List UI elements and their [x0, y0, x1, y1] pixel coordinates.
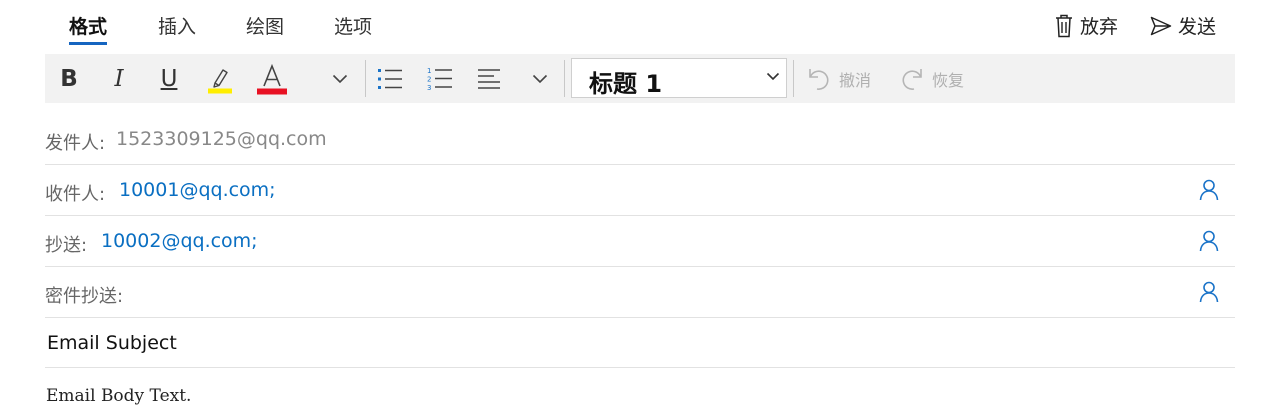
tab-insert[interactable]: 插入: [158, 12, 196, 39]
trash-icon: [1056, 14, 1072, 37]
ribbon-tabs: 格式 插入 绘图 选项 放弃 发送: [0, 0, 1273, 50]
cc-row[interactable]: 抄送: 10002@qq.com;: [45, 217, 1235, 267]
undo-label: 撤消: [839, 70, 872, 90]
highlighter-icon: [208, 68, 232, 93]
bullet-list-icon: [378, 68, 402, 89]
person-icon[interactable]: [1199, 281, 1219, 303]
svg-text:3: 3: [427, 84, 431, 92]
align-button[interactable]: [475, 54, 503, 103]
toolbar-divider: [564, 60, 565, 97]
discard-button[interactable]: 放弃: [1054, 12, 1118, 39]
font-color-button[interactable]: [256, 54, 288, 103]
paragraph-dropdown[interactable]: [529, 54, 551, 103]
tab-options[interactable]: 选项: [334, 12, 372, 39]
undo-icon: [809, 68, 829, 90]
undo-button[interactable]: 撤消: [807, 54, 871, 103]
active-tab-indicator: [69, 42, 107, 45]
cc-label: 抄送:: [45, 235, 88, 256]
toolbar-divider: [793, 60, 794, 97]
svg-text:2: 2: [427, 75, 431, 83]
from-value: 1523309125@qq.com: [116, 128, 327, 150]
svg-text:1: 1: [427, 67, 431, 75]
align-left-icon: [478, 68, 500, 89]
to-recipient[interactable]: 10001@qq.com;: [119, 179, 276, 201]
cc-recipient[interactable]: 10002@qq.com;: [101, 230, 258, 252]
italic-label: I: [114, 65, 124, 92]
more-format-dropdown[interactable]: [329, 54, 351, 103]
subject-text: Email Subject: [47, 332, 177, 354]
person-icon[interactable]: [1199, 179, 1219, 201]
italic-button[interactable]: I: [105, 54, 133, 103]
redo-label: 恢复: [932, 70, 965, 90]
bcc-label: 密件抄送:: [45, 286, 124, 307]
bullet-list-button[interactable]: [375, 54, 405, 103]
to-row[interactable]: 收件人: 10001@qq.com;: [45, 166, 1235, 216]
underline-label: U: [160, 65, 178, 92]
chevron-down-icon: [532, 74, 548, 83]
send-icon: [1150, 16, 1172, 35]
to-label: 收件人:: [45, 184, 106, 205]
redo-icon: [902, 68, 922, 90]
from-row: 发件人: 1523309125@qq.com: [45, 115, 1235, 165]
person-icon[interactable]: [1199, 230, 1219, 252]
redo-button[interactable]: 恢复: [900, 54, 964, 103]
highlight-button[interactable]: [205, 54, 235, 103]
bold-label: B: [60, 65, 78, 92]
format-toolbar: B I U 1 2 3 标题 1 撤消 恢复: [45, 54, 1235, 103]
discard-label: 放弃: [1080, 16, 1119, 38]
from-label: 发件人:: [45, 133, 106, 154]
send-label: 发送: [1178, 16, 1217, 38]
numbered-list-icon: 1 2 3: [427, 67, 452, 92]
heading-style-value: 标题 1: [589, 70, 663, 98]
numbered-list-button[interactable]: 1 2 3: [425, 54, 455, 103]
chevron-down-icon: [766, 72, 780, 81]
toolbar-divider: [365, 60, 366, 97]
chevron-down-icon: [332, 74, 348, 83]
font-color-icon: [257, 63, 287, 94]
subject-field[interactable]: Email Subject: [45, 318, 1235, 368]
underline-button[interactable]: U: [155, 54, 183, 103]
tab-format[interactable]: 格式: [69, 12, 107, 39]
send-button[interactable]: 发送: [1150, 12, 1216, 39]
heading-style-select[interactable]: 标题 1: [571, 58, 787, 98]
bold-button[interactable]: B: [55, 54, 83, 103]
tab-draw[interactable]: 绘图: [246, 12, 284, 39]
bcc-row[interactable]: 密件抄送:: [45, 268, 1235, 318]
message-body[interactable]: Email Body Text.: [46, 386, 191, 406]
